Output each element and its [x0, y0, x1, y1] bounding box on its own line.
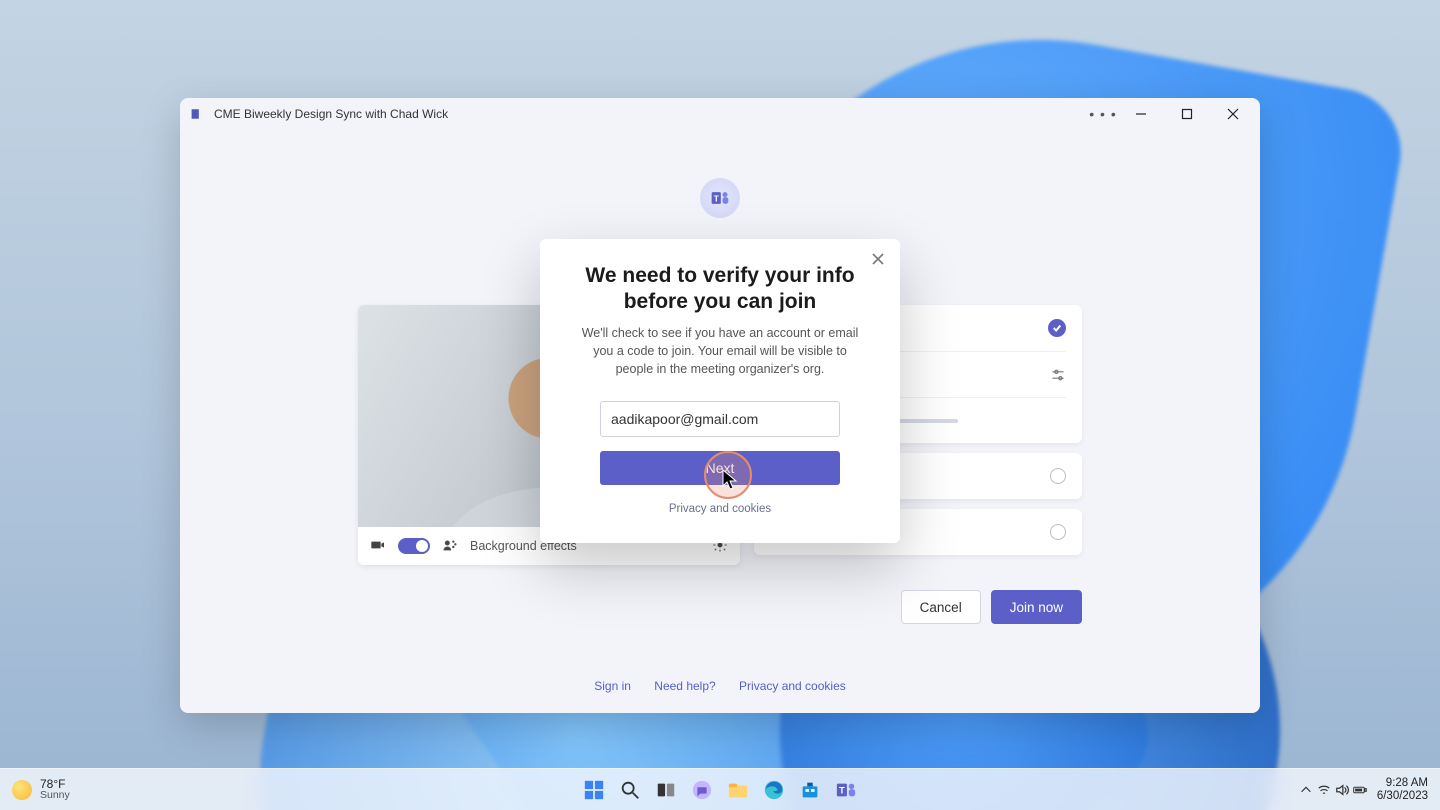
- maximize-button[interactable]: [1164, 98, 1210, 130]
- edge-button[interactable]: [761, 777, 787, 803]
- need-help-link[interactable]: Need help?: [654, 679, 715, 693]
- chat-button[interactable]: [689, 777, 715, 803]
- titlebar: CME Biweekly Design Sync with Chad Wick …: [180, 98, 1260, 130]
- window-title: CME Biweekly Design Sync with Chad Wick: [214, 107, 448, 121]
- footer-links: Sign in Need help? Privacy and cookies: [180, 679, 1260, 693]
- start-button[interactable]: [581, 777, 607, 803]
- teams-prejoin-window: CME Biweekly Design Sync with Chad Wick …: [180, 98, 1260, 713]
- teams-logo-icon: T: [700, 178, 740, 218]
- task-view-button[interactable]: [653, 777, 679, 803]
- close-dialog-button[interactable]: [868, 249, 888, 269]
- svg-text:T: T: [839, 785, 845, 795]
- join-now-button[interactable]: Join now: [991, 590, 1082, 624]
- dialog-subtext: We'll check to see if you have an accoun…: [580, 324, 860, 378]
- store-button[interactable]: [797, 777, 823, 803]
- taskbar-center: T: [581, 777, 859, 803]
- sun-icon: [12, 780, 32, 800]
- clock-date: 6/30/2023: [1377, 790, 1428, 803]
- cursor-icon: [722, 469, 738, 491]
- verify-info-dialog: We need to verify your infobefore you ca…: [540, 239, 900, 543]
- check-icon: [1048, 319, 1066, 337]
- svg-text:T: T: [714, 193, 719, 203]
- file-explorer-button[interactable]: [725, 777, 751, 803]
- radio-unselected-icon: [1050, 468, 1066, 484]
- wifi-icon: [1317, 783, 1331, 797]
- background-effects-icon: [442, 537, 458, 556]
- chevron-up-icon: [1299, 783, 1313, 797]
- more-options-button[interactable]: • • •: [1088, 106, 1118, 122]
- minimize-button[interactable]: [1118, 98, 1164, 130]
- system-tray[interactable]: [1299, 783, 1367, 797]
- radio-unselected-icon: [1050, 524, 1066, 540]
- window-content: T Microsoft Teams meeting Background eff…: [180, 130, 1260, 713]
- volume-icon: [1335, 783, 1349, 797]
- battery-icon: [1353, 783, 1367, 797]
- sign-in-link[interactable]: Sign in: [594, 679, 631, 693]
- taskbar: 78°F Sunny T 9:28 AM 6/30/2023: [0, 768, 1440, 810]
- teams-taskbar-button[interactable]: T: [833, 777, 859, 803]
- dialog-heading: We need to verify your infobefore you ca…: [585, 263, 854, 314]
- taskbar-clock[interactable]: 9:28 AM 6/30/2023: [1377, 777, 1428, 802]
- weather-condition: Sunny: [40, 790, 70, 801]
- close-window-button[interactable]: [1210, 98, 1256, 130]
- email-input[interactable]: [600, 401, 840, 437]
- privacy-link[interactable]: Privacy and cookies: [739, 679, 846, 693]
- sliders-icon: [1050, 367, 1066, 383]
- cancel-button[interactable]: Cancel: [901, 590, 981, 624]
- camera-icon: [370, 537, 386, 556]
- teams-app-icon: [190, 106, 206, 122]
- camera-toggle[interactable]: [398, 538, 430, 554]
- dialog-privacy-link[interactable]: Privacy and cookies: [669, 503, 771, 515]
- weather-widget[interactable]: 78°F Sunny: [12, 778, 70, 801]
- clock-time: 9:28 AM: [1377, 777, 1428, 790]
- search-button[interactable]: [617, 777, 643, 803]
